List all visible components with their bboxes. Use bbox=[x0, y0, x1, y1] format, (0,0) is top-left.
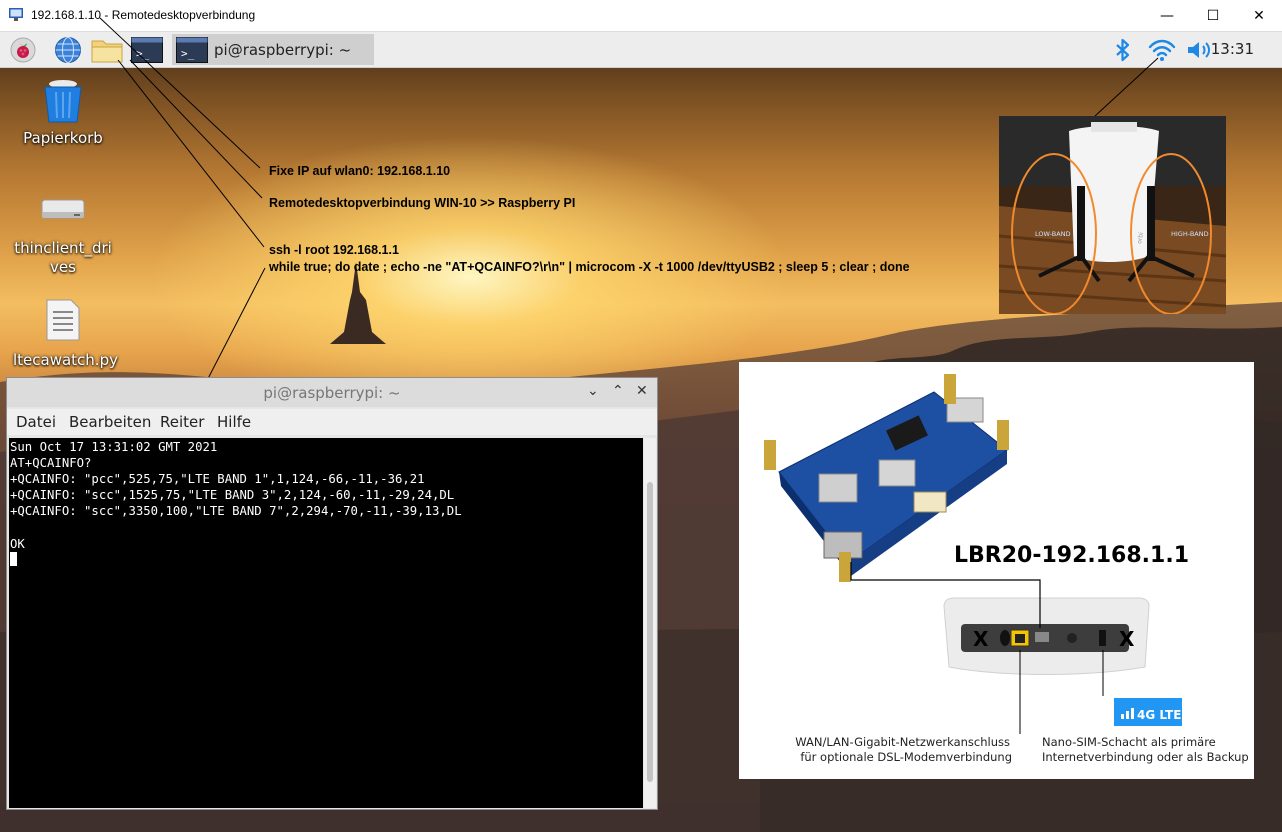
diagram-caption-sim-2: Internetverbindung oder als Backup bbox=[1042, 750, 1249, 764]
annotation-ssh: ssh -l root 192.168.1.1 bbox=[269, 243, 399, 257]
terminal-window[interactable]: pi@raspberrypi: ~ ⌄ ⌃ ✕ Datei Bearbeiten… bbox=[6, 377, 658, 810]
annotation-loop-command: while true; do date ; echo -ne "AT+QCAIN… bbox=[269, 260, 910, 274]
annotation-fixed-ip: Fixe IP auf wlan0: 192.168.1.10 bbox=[269, 164, 451, 178]
terminal-title: pi@raspberrypi: ~ bbox=[263, 384, 401, 402]
terminal-scrollbar-thumb[interactable] bbox=[647, 482, 653, 782]
terminal-scrollbar[interactable] bbox=[644, 438, 656, 808]
terminal-title-bar[interactable]: pi@raspberrypi: ~ ⌄ ⌃ ✕ bbox=[7, 378, 657, 407]
diagram-x-right: X bbox=[1119, 627, 1135, 651]
diagram-lte-badge: 4G LTE bbox=[1137, 708, 1181, 722]
diagram-graphic: LBR20-192.168.1.1 X X 4G LTE WAN/LAN-Gig… bbox=[764, 374, 1249, 764]
photo-low-band: LOW-BAND bbox=[1035, 230, 1071, 238]
photo-high-band: HIGH-BAND bbox=[1171, 230, 1209, 238]
orbi-lbr20-photo: LOW-BAND HIGH-BAND orbi bbox=[999, 116, 1226, 314]
terminal-menu-bar: Datei Bearbeiten Reiter Hilfe bbox=[7, 409, 657, 435]
terminal-close-button[interactable]: ✕ bbox=[636, 383, 648, 399]
diagram-x-left: X bbox=[973, 627, 989, 651]
terminal-cursor bbox=[10, 551, 17, 566]
terminal-minimize-button[interactable]: ⌄ bbox=[587, 383, 599, 399]
diagram-caption-wan-1: WAN/LAN-Gigabit-Netzwerkanschluss bbox=[795, 735, 1010, 749]
terminal-line: +QCAINFO: "scc",3350,100,"LTE BAND 7",2,… bbox=[10, 504, 462, 519]
annotation-rdp: Remotedesktopverbindung WIN-10 >> Raspbe… bbox=[269, 196, 576, 210]
terminal-line: Sun Oct 17 13:31:02 GMT 2021 bbox=[10, 440, 218, 454]
menu-bearbeiten[interactable]: Bearbeiten bbox=[69, 413, 151, 431]
diagram-title: LBR20-192.168.1.1 bbox=[954, 543, 1189, 568]
terminal-line: +QCAINFO: "scc",1525,75,"LTE BAND 3",2,1… bbox=[10, 488, 455, 503]
terminal-output[interactable]: Sun Oct 17 13:31:02 GMT 2021 AT+QCAINFO?… bbox=[9, 438, 643, 808]
terminal-line: +QCAINFO: "pcc",525,75,"LTE BAND 1",1,12… bbox=[10, 472, 425, 487]
terminal-line: OK bbox=[10, 536, 25, 551]
menu-hilfe[interactable]: Hilfe bbox=[217, 413, 251, 431]
router-photo: LOW-BAND HIGH-BAND orbi bbox=[999, 116, 1226, 314]
menu-datei[interactable]: Datei bbox=[16, 413, 56, 431]
diagram-caption-sim-1: Nano-SIM-Schacht als primäre bbox=[1042, 735, 1216, 749]
terminal-line: AT+QCAINFO? bbox=[10, 456, 92, 471]
router-diagram: LBR20-192.168.1.1 X X 4G LTE WAN/LAN-Gig… bbox=[739, 362, 1254, 779]
menu-reiter[interactable]: Reiter bbox=[160, 413, 204, 431]
terminal-maximize-button[interactable]: ⌃ bbox=[612, 383, 624, 399]
diagram-caption-wan-2: für optionale DSL-Modemverbindung bbox=[800, 750, 1012, 764]
